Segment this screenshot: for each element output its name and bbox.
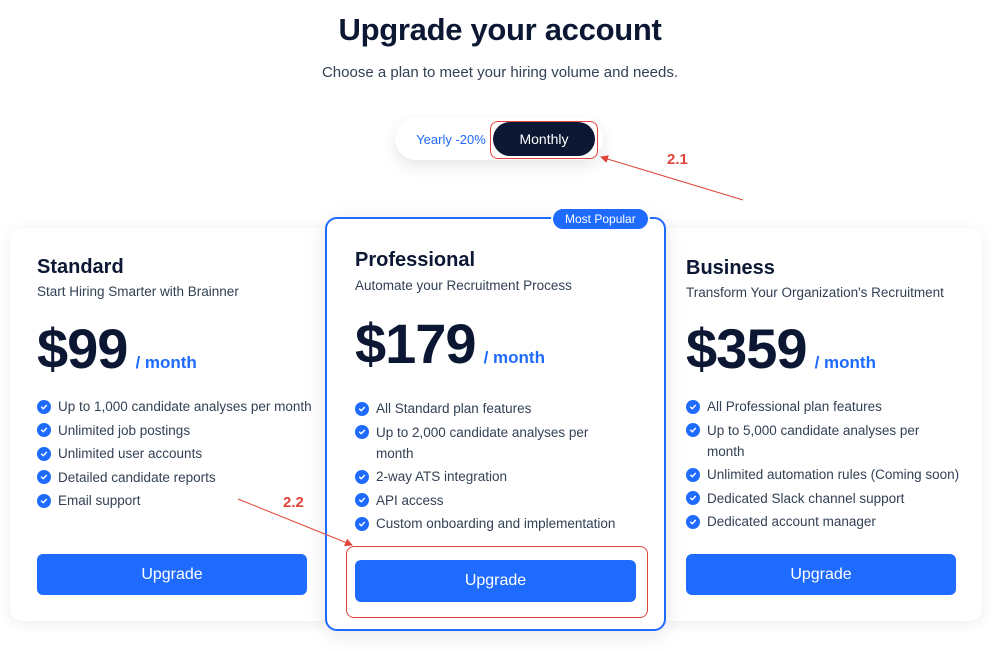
annotation-label-2-2: 2.2 (283, 494, 304, 511)
feature-item: Dedicated account manager (686, 511, 971, 532)
plan-price: $179 / month (355, 311, 545, 376)
check-circle-icon (355, 516, 369, 531)
annotation-label-2-1: 2.1 (667, 151, 688, 168)
feature-text: Up to 1,000 candidate analyses per month (58, 399, 312, 414)
plan-name: Standard (37, 256, 124, 278)
check-circle-icon (355, 401, 369, 416)
plan-card-professional: Most Popular Professional Automate your … (325, 207, 666, 631)
page-subtitle: Choose a plan to meet your hiring volume… (321, 64, 679, 81)
price-amount: $99 (37, 317, 128, 380)
check-circle-icon (355, 493, 369, 507)
feature-list: All Standard plan features Up to 2,000 c… (355, 398, 645, 537)
feature-item: All Standard plan features (355, 398, 645, 419)
feature-item: Dedicated Slack channel support (686, 488, 971, 509)
check-circle-icon (686, 399, 700, 414)
upgrade-button-professional[interactable]: Upgrade (355, 560, 636, 602)
feature-item: Up to 1,000 candidate analyses per month (37, 396, 327, 417)
check-circle-icon (37, 470, 51, 484)
check-circle-icon (686, 423, 700, 437)
plan-tagline: Transform Your Organization's Recruitmen… (686, 285, 944, 300)
check-circle-icon (355, 425, 369, 439)
feature-text: Email support (58, 493, 141, 508)
check-circle-icon (37, 423, 51, 437)
plan-tagline: Automate your Recruitment Process (355, 278, 572, 293)
feature-text: Detailed candidate reports (58, 469, 216, 485)
feature-text: API access (376, 492, 444, 508)
feature-item: Detailed candidate reports (37, 467, 327, 488)
feature-text: Dedicated account manager (707, 514, 876, 529)
check-circle-icon (686, 514, 700, 529)
price-period: / month (483, 348, 545, 367)
feature-text: Unlimited automation rules (Coming soon) (707, 467, 960, 482)
feature-text: Unlimited user accounts (58, 446, 203, 461)
feature-item: Up to 5,000 candidate analyses per month (686, 420, 926, 462)
check-circle-icon (686, 467, 700, 482)
feature-list: All Professional plan features Up to 5,0… (686, 396, 971, 535)
toggle-monthly-option[interactable]: Monthly (493, 122, 595, 156)
upgrade-button-business[interactable]: Upgrade (686, 554, 956, 595)
check-circle-icon (37, 493, 51, 508)
check-circle-icon (686, 491, 700, 505)
feature-text: Custom onboarding and implementation (376, 516, 616, 531)
feature-item: Unlimited user accounts (37, 443, 327, 464)
feature-text: All Professional plan features (707, 399, 882, 414)
plan-name: Business (686, 257, 775, 279)
plan-price: $359 / month (686, 316, 876, 381)
check-circle-icon (355, 469, 369, 484)
price-amount: $359 (686, 317, 808, 380)
price-amount: $179 (355, 312, 477, 375)
feature-item: API access (355, 490, 645, 511)
feature-item: Unlimited automation rules (Coming soon) (686, 464, 971, 485)
plan-price: $99 / month (37, 316, 197, 381)
feature-item: Up to 2,000 candidate analyses per month (355, 422, 610, 464)
page-title: Upgrade your account (338, 12, 662, 47)
plan-name: Professional (355, 249, 476, 271)
feature-item: All Professional plan features (686, 396, 971, 417)
check-circle-icon (37, 446, 51, 461)
plan-tagline: Start Hiring Smarter with Brainner (37, 284, 239, 299)
feature-item: Unlimited job postings (37, 420, 327, 441)
most-popular-badge: Most Popular (551, 207, 650, 231)
toggle-yearly-option[interactable]: Yearly -20% (405, 118, 497, 160)
billing-toggle: Yearly -20% Monthly (395, 118, 603, 160)
plan-card-business: Business Transform Your Organization's R… (660, 228, 982, 621)
price-period: / month (135, 353, 197, 372)
feature-item: Custom onboarding and implementation (355, 513, 645, 534)
feature-text: Up to 5,000 candidate analyses per month (707, 422, 920, 459)
feature-text: Unlimited job postings (58, 422, 191, 438)
price-period: / month (814, 353, 876, 372)
check-circle-icon (37, 399, 51, 414)
feature-text: Up to 2,000 candidate analyses per month (376, 424, 589, 461)
feature-text: All Standard plan features (376, 401, 532, 416)
feature-text: Dedicated Slack channel support (707, 490, 905, 506)
plan-card-standard: Standard Start Hiring Smarter with Brain… (10, 228, 330, 621)
feature-item: 2-way ATS integration (355, 466, 645, 487)
upgrade-button-standard[interactable]: Upgrade (37, 554, 307, 595)
feature-text: 2-way ATS integration (376, 469, 508, 484)
